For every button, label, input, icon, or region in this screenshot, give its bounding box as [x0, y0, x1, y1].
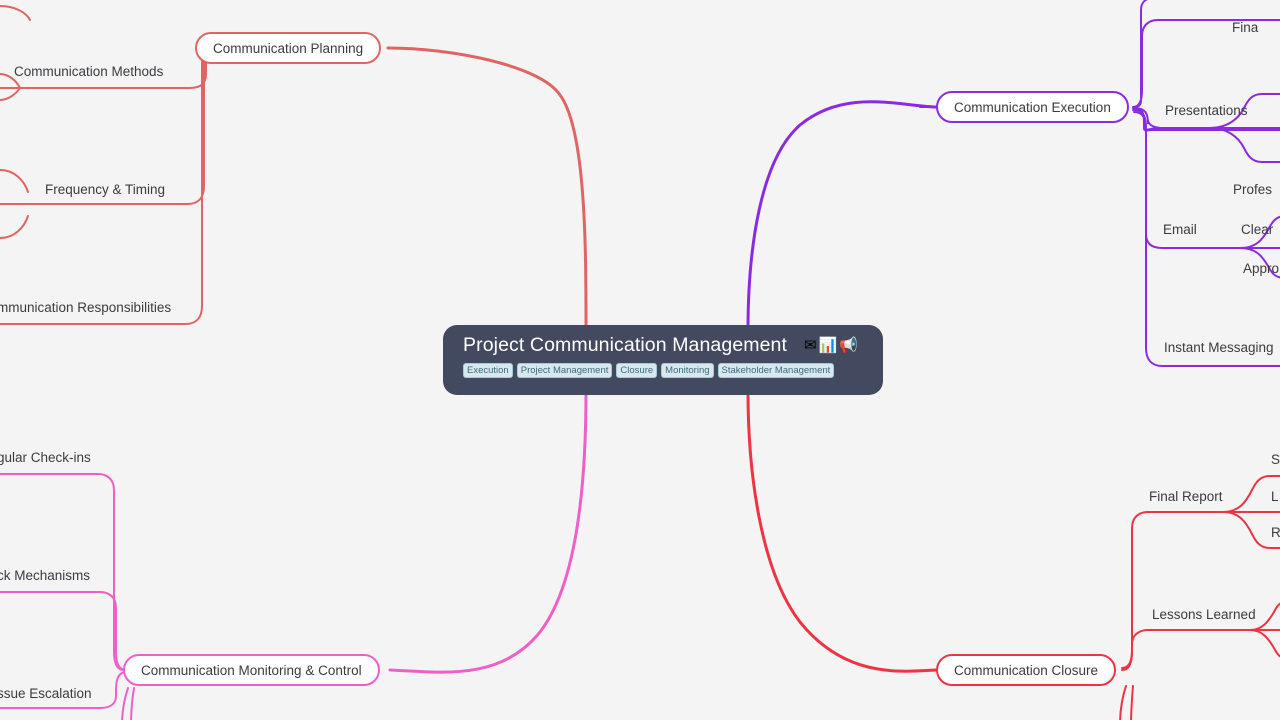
leaf-label: Frequency & Timing [45, 182, 166, 197]
leaf-label: ck Mechanisms [0, 568, 91, 583]
leaf-label: Instant Messaging [1164, 340, 1274, 355]
leaf-label: Lessons Learned [1152, 607, 1256, 622]
leaf-appropriate[interactable]: Appro [1243, 261, 1279, 277]
branch-node-communication-execution[interactable]: Communication Execution [936, 91, 1129, 123]
status-badge-stakeholder-management[interactable]: Stakeholder Management [717, 363, 835, 378]
status-badge-monitoring[interactable]: Monitoring [661, 363, 714, 378]
leaf-label: Profes [1233, 182, 1273, 197]
leaf-label: Fina [1232, 20, 1259, 35]
root-title-row: Project Communication Management ✉ 📊 📢 [463, 334, 863, 357]
leaf-label: Final Report [1149, 489, 1223, 504]
megaphone-icon: 📢 [839, 337, 858, 354]
leaf-label: gular Check-ins [0, 450, 91, 465]
leaf-communication-methods[interactable]: Communication Methods [14, 64, 163, 80]
leaf-final[interactable]: Fina [1232, 20, 1258, 36]
status-badge-execution[interactable]: Execution [463, 363, 513, 378]
leaf-closure-s[interactable]: S [1271, 452, 1280, 468]
branch-node-communication-closure[interactable]: Communication Closure [936, 654, 1117, 686]
leaf-label: Clear [1241, 222, 1274, 237]
envelope-icon: ✉ [804, 337, 817, 354]
leaf-label: R [1271, 525, 1280, 540]
leaf-label: Communication Methods [14, 64, 164, 79]
leaf-feedback-mechanisms[interactable]: ck Mechanisms [0, 568, 90, 584]
branch-node-label: Communication Monitoring & Control [141, 662, 362, 678]
leaf-label: mmunication Responsibilities [0, 300, 172, 315]
leaf-email[interactable]: Email [1163, 222, 1197, 238]
leaf-lessons-learned[interactable]: Lessons Learned [1152, 607, 1256, 623]
status-badge-project-management[interactable]: Project Management [516, 363, 613, 378]
branch-node-label: Communication Closure [954, 662, 1099, 678]
leaf-communication-responsibilities[interactable]: mmunication Responsibilities [0, 300, 171, 316]
leaf-professional[interactable]: Profes [1233, 182, 1272, 198]
root-tag-list: Execution Project Management Closure Mon… [463, 363, 863, 378]
leaf-label: Presentations [1165, 103, 1248, 118]
branch-node-communication-monitoring-control[interactable]: Communication Monitoring & Control [123, 654, 380, 686]
leaf-closure-l[interactable]: L [1271, 489, 1279, 505]
leaf-final-report[interactable]: Final Report [1149, 489, 1223, 505]
leaf-closure-r[interactable]: R [1271, 525, 1280, 541]
root-node[interactable]: Project Communication Management ✉ 📊 📢 E… [443, 325, 883, 395]
branch-node-label: Communication Planning [213, 40, 364, 56]
leaf-issue-escalation[interactable]: ssue Escalation [0, 686, 92, 702]
root-icon-group: ✉ 📊 📢 [804, 338, 858, 353]
bar-chart-icon: 📊 [818, 337, 838, 354]
status-badge-closure[interactable]: Closure [616, 363, 658, 378]
leaf-label: Appro [1243, 261, 1280, 276]
leaf-label: Email [1163, 222, 1197, 237]
mindmap-canvas: Project Communication Management ✉ 📊 📢 E… [0, 0, 1280, 720]
leaf-label: ssue Escalation [0, 686, 92, 701]
branch-node-label: Communication Execution [954, 99, 1111, 115]
page-title: Project Communication Management [463, 334, 788, 356]
leaf-instant-messaging[interactable]: Instant Messaging [1164, 340, 1274, 356]
leaf-label: S [1271, 452, 1280, 467]
leaf-regular-check-ins[interactable]: gular Check-ins [0, 450, 91, 466]
leaf-frequency-timing[interactable]: Frequency & Timing [45, 182, 165, 198]
leaf-presentations[interactable]: Presentations [1165, 103, 1248, 119]
branch-node-communication-planning[interactable]: Communication Planning [195, 32, 382, 64]
leaf-clear[interactable]: Clear [1241, 222, 1273, 238]
leaf-label: L [1271, 489, 1279, 504]
